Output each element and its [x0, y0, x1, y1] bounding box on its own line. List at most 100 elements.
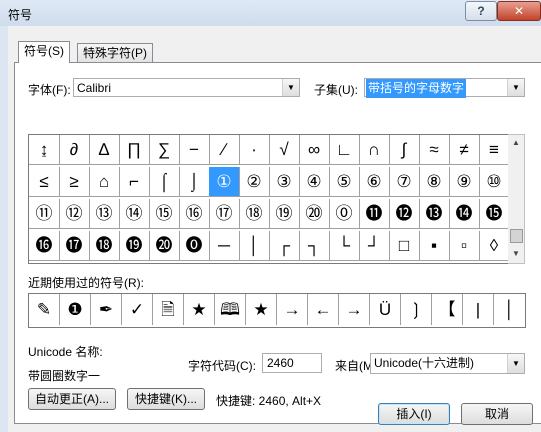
- symbol-cell[interactable]: ≥: [59, 167, 90, 197]
- symbol-cell[interactable]: └: [329, 231, 360, 261]
- symbol-cell[interactable]: ⑯: [179, 199, 210, 229]
- symbol-cell[interactable]: ≤: [29, 167, 60, 197]
- symbol-cell[interactable]: ⓯: [479, 199, 510, 229]
- shortcut-key-button[interactable]: 快捷键(K)...: [127, 388, 205, 410]
- help-button[interactable]: ?: [465, 1, 497, 21]
- symbol-cell[interactable]: ⓭: [419, 199, 450, 229]
- font-select-value: Calibri: [77, 81, 112, 95]
- symbol-cell[interactable]: ⓴: [149, 231, 180, 261]
- symbol-cell[interactable]: ∫: [389, 135, 420, 165]
- symbol-cell[interactable]: ⑥: [359, 167, 390, 197]
- symbol-cell[interactable]: ⑮: [149, 199, 180, 229]
- symbol-cell[interactable]: ⑲: [269, 199, 300, 229]
- chevron-down-icon[interactable]: ▼: [282, 79, 299, 96]
- scroll-down-icon[interactable]: ▼: [508, 246, 524, 262]
- symbol-cell[interactable]: ⑩: [479, 167, 510, 197]
- symbol-cell[interactable]: ⑪: [29, 199, 60, 229]
- symbol-cell[interactable]: ∙: [239, 135, 270, 165]
- symbol-cell[interactable]: ⑱: [239, 199, 270, 229]
- symbol-cell[interactable]: □: [389, 231, 420, 261]
- symbol-cell[interactable]: │: [239, 231, 270, 261]
- symbol-cell[interactable]: ┘: [359, 231, 390, 261]
- symbol-cell[interactable]: ∆: [89, 135, 120, 165]
- recent-symbol-cell[interactable]: ✎: [29, 294, 60, 325]
- recent-symbol-cell[interactable]: →: [339, 294, 370, 325]
- recent-symbol-cell[interactable]: ←: [308, 294, 339, 325]
- recent-symbol-cell[interactable]: →: [277, 294, 308, 325]
- symbol-cell[interactable]: ⓲: [89, 231, 120, 261]
- symbol-cell[interactable]: ⑤: [329, 167, 360, 197]
- tab-special-characters[interactable]: 特殊字符(P): [77, 43, 153, 63]
- symbol-cell[interactable]: ┐: [299, 231, 330, 261]
- symbol-cell[interactable]: ∟: [329, 135, 360, 165]
- font-select[interactable]: Calibri ▼: [73, 78, 300, 97]
- tab-symbols[interactable]: 符号(S): [18, 41, 70, 63]
- symbol-cell[interactable]: ≠: [449, 135, 480, 165]
- chevron-down-icon[interactable]: ▼: [507, 354, 524, 373]
- symbol-cell[interactable]: ◊: [479, 231, 510, 261]
- autocorrect-button[interactable]: 自动更正(A)...: [28, 388, 116, 410]
- recent-symbol-cell[interactable]: ★: [246, 294, 277, 325]
- symbol-cell[interactable]: ②: [239, 167, 270, 197]
- symbol-cell[interactable]: ┌: [269, 231, 300, 261]
- symbol-cell[interactable]: −: [179, 135, 210, 165]
- symbol-cell[interactable]: ⑦: [389, 167, 420, 197]
- scroll-up-icon[interactable]: ▲: [508, 135, 524, 151]
- symbol-cell[interactable]: ⑧: [419, 167, 450, 197]
- recent-symbol-cell[interactable]: ✓: [122, 294, 153, 325]
- symbol-cell[interactable]: ─: [209, 231, 240, 261]
- recent-symbol-cell[interactable]: ❳: [401, 294, 432, 325]
- symbol-cell[interactable]: ≡: [479, 135, 510, 165]
- symbol-cell[interactable]: ⓱: [59, 231, 90, 261]
- symbol-cell[interactable]: ④: [299, 167, 330, 197]
- symbol-cell[interactable]: ↨: [29, 135, 60, 165]
- symbol-cell[interactable]: ⑳: [299, 199, 330, 229]
- recent-symbol-cell[interactable]: ❶: [60, 294, 91, 325]
- symbol-cell[interactable]: ∏: [119, 135, 150, 165]
- symbol-cell[interactable]: ⌂: [89, 167, 120, 197]
- char-code-input[interactable]: 2460: [262, 353, 322, 373]
- symbol-cell[interactable]: ⓮: [449, 199, 480, 229]
- subset-select[interactable]: 带括号的字母数字 ▼: [364, 78, 525, 98]
- symbol-cell[interactable]: ⌠: [149, 167, 180, 197]
- symbol-cell[interactable]: ⓬: [389, 199, 420, 229]
- symbol-cell[interactable]: ∞: [299, 135, 330, 165]
- symbol-cell[interactable]: ▪: [419, 231, 450, 261]
- recent-symbol-cell[interactable]: │: [494, 294, 525, 325]
- recent-symbol-cell[interactable]: ★: [184, 294, 215, 325]
- recent-symbol-cell[interactable]: 🗎: [153, 294, 184, 325]
- symbol-cell[interactable]: √: [269, 135, 300, 165]
- symbol-cell[interactable]: ∕: [209, 135, 240, 165]
- symbol-cell[interactable]: ③: [269, 167, 300, 197]
- recent-symbol-cell[interactable]: Ü: [370, 294, 401, 325]
- symbol-cell[interactable]: ≈: [419, 135, 450, 165]
- symbol-cell[interactable]: ⓳: [119, 231, 150, 261]
- symbol-cell[interactable]: ⑫: [59, 199, 90, 229]
- insert-button[interactable]: 插入(I): [378, 403, 450, 425]
- symbol-cell[interactable]: ∑: [149, 135, 180, 165]
- symbol-cell[interactable]: ⑨: [449, 167, 480, 197]
- chevron-down-icon[interactable]: ▼: [507, 79, 524, 96]
- cancel-button[interactable]: 取消: [461, 403, 533, 425]
- symbol-cell[interactable]: ▫: [449, 231, 480, 261]
- symbol-cell[interactable]: ⓿: [179, 231, 210, 261]
- recent-symbol-cell[interactable]: ✒: [91, 294, 122, 325]
- recent-symbol-cell[interactable]: |: [463, 294, 494, 325]
- recent-symbol-cell[interactable]: 【: [432, 294, 463, 325]
- symbol-cell[interactable]: ⑰: [209, 199, 240, 229]
- from-select[interactable]: Unicode(十六进制) ▼: [370, 353, 525, 374]
- close-button[interactable]: ✕: [497, 1, 541, 21]
- symbol-cell[interactable]: ⑭: [119, 199, 150, 229]
- symbol-cell[interactable]: ⓪: [329, 199, 360, 229]
- symbol-cell[interactable]: ⌡: [179, 167, 210, 197]
- symbol-cell[interactable]: ⌐: [119, 167, 150, 197]
- scroll-thumb[interactable]: [510, 229, 523, 243]
- recent-symbol-cell[interactable]: 🕮: [215, 294, 246, 325]
- symbol-cell[interactable]: ⑬: [89, 199, 120, 229]
- symbol-cell[interactable]: ⓰: [29, 231, 60, 261]
- symbol-cell[interactable]: ①: [209, 167, 240, 197]
- symbol-cell[interactable]: ∂: [59, 135, 90, 165]
- symbol-cell[interactable]: ⓫: [359, 199, 390, 229]
- symbol-grid-scrollbar[interactable]: ▲ ▼: [508, 134, 525, 264]
- symbol-cell[interactable]: ∩: [359, 135, 390, 165]
